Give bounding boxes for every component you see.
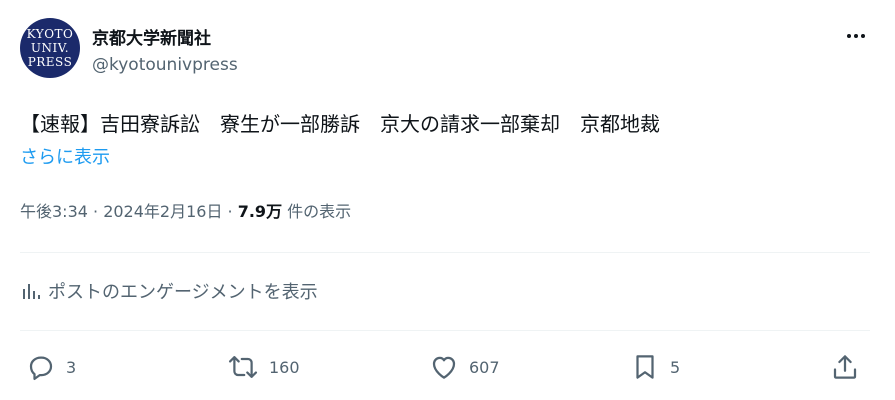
- heart-icon: [432, 356, 456, 379]
- share-icon: [833, 355, 857, 379]
- timestamp[interactable]: 午後3:34 · 2024年2月16日: [20, 202, 222, 221]
- analytics-icon: [23, 284, 40, 299]
- tweet-text: 【速報】吉田寮訴訟 寮生が一部勝訴 京大の請求一部棄却 京都地裁: [20, 112, 660, 136]
- account-name[interactable]: 京都大学新聞社: [92, 24, 211, 49]
- avatar-line-1: KYOTO: [26, 27, 74, 41]
- like-button[interactable]: 607: [429, 352, 500, 382]
- avatar-line-2: UNIV.: [30, 41, 70, 55]
- bookmark-count: 5: [670, 357, 681, 377]
- like-count: 607: [469, 357, 500, 377]
- tweet-meta: 午後3:34 · 2024年2月16日 · 7.9万 件の表示: [20, 202, 352, 221]
- repost-count: 160: [269, 357, 300, 377]
- bookmark-button[interactable]: 5: [630, 352, 680, 382]
- reply-button[interactable]: 3: [26, 352, 76, 382]
- show-more-link[interactable]: さらに表示: [20, 143, 110, 169]
- repost-button[interactable]: 160: [227, 352, 300, 382]
- account-handle[interactable]: @kyotounivpress: [92, 55, 238, 75]
- reply-icon: [29, 356, 53, 380]
- view-engagement-label: ポストのエンゲージメントを表示: [48, 282, 318, 303]
- share-button[interactable]: [830, 352, 870, 382]
- avatar[interactable]: KYOTO UNIV. PRESS: [20, 18, 80, 78]
- view-count: 7.9万: [237, 202, 283, 221]
- reply-count: 3: [66, 357, 77, 377]
- view-engagement-link[interactable]: ポストのエンゲージメントを表示: [20, 278, 318, 304]
- more-icon[interactable]: [842, 26, 870, 46]
- bookmark-icon: [636, 355, 654, 379]
- divider: [20, 252, 870, 253]
- views-label: 件の表示: [287, 202, 352, 221]
- repost-icon: [228, 356, 258, 378]
- divider: [20, 330, 870, 331]
- avatar-line-3: PRESS: [27, 55, 73, 69]
